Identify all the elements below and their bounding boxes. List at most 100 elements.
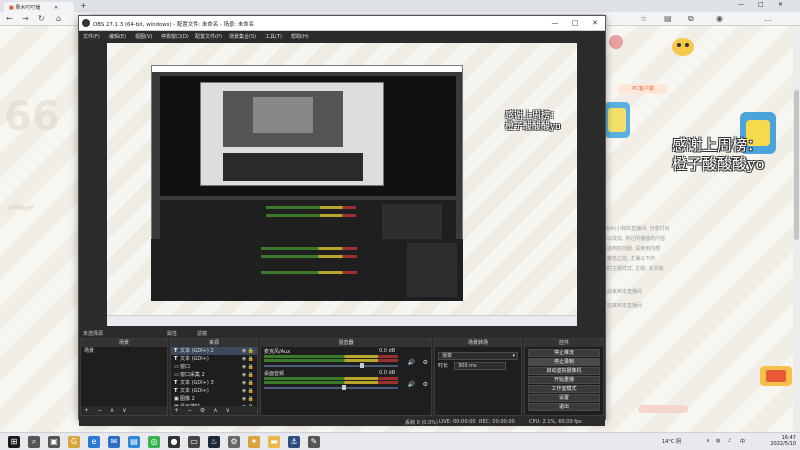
- visibility-eye-icon[interactable]: ◉ 🔒: [242, 379, 254, 387]
- search-icon[interactable]: ⌕: [28, 436, 40, 448]
- wechat-icon[interactable]: ◎: [148, 436, 160, 448]
- control-button[interactable]: 停止推流: [528, 349, 600, 357]
- visibility-eye-icon[interactable]: ◉ 🔒: [242, 355, 254, 363]
- visibility-eye-icon[interactable]: ◉ 🔒: [242, 347, 254, 355]
- browser-maximize-button[interactable]: □: [758, 1, 764, 8]
- ime-label[interactable]: 中: [740, 438, 745, 445]
- visibility-eye-icon[interactable]: ◉ 🔒: [242, 371, 254, 379]
- obs-close-button[interactable]: ✕: [585, 18, 605, 28]
- clock[interactable]: 16:47 2022/5/10: [770, 435, 796, 447]
- obs-maximize-button[interactable]: □: [565, 18, 585, 28]
- source-settings-button[interactable]: ⚙: [200, 407, 205, 414]
- visibility-eye-icon[interactable]: ◉ 🔒: [242, 387, 254, 395]
- collections-icon[interactable]: ▤: [664, 14, 672, 24]
- speaker-icon[interactable]: 🔊: [408, 359, 415, 366]
- volume-slider[interactable]: [264, 387, 398, 389]
- source-up-button[interactable]: ∧: [213, 407, 217, 414]
- volume-slider[interactable]: [264, 365, 398, 367]
- obs-logo-icon: [82, 19, 90, 27]
- menu-file[interactable]: 文件(F): [83, 33, 100, 40]
- control-button[interactable]: 开始重播: [528, 376, 600, 384]
- filters-button[interactable]: 滤镜: [197, 330, 207, 337]
- source-item[interactable]: T 文本 (GDI+) ◉ 🔒: [171, 355, 257, 363]
- scene-down-button[interactable]: ∨: [122, 407, 126, 414]
- menu-view[interactable]: 视图(V): [135, 33, 152, 40]
- new-tab-icon[interactable]: +: [80, 1, 87, 10]
- obs-preview[interactable]: 感谢上周榜： 橙子酸酸酸yo: [107, 43, 577, 326]
- favorites-icon[interactable]: ☆: [640, 14, 647, 24]
- source-down-button[interactable]: ∨: [226, 407, 230, 414]
- chrome-icon[interactable]: G: [68, 436, 80, 448]
- properties-button[interactable]: 属性: [167, 330, 177, 337]
- store-icon[interactable]: ▤: [128, 436, 140, 448]
- tab-title: 果木叮叮锤: [15, 5, 41, 11]
- nested-dock-3: [223, 153, 363, 181]
- add-source-button[interactable]: +: [174, 407, 179, 414]
- game-icon[interactable]: ✦: [248, 436, 260, 448]
- anchor-icon[interactable]: ⚓: [288, 436, 300, 448]
- scene-item[interactable]: 场景: [81, 347, 167, 355]
- home-icon[interactable]: ⌂: [56, 14, 61, 24]
- source-item[interactable]: ▭窗口采集 2 ◉ 🔒: [171, 371, 257, 379]
- remove-scene-button[interactable]: −: [97, 407, 102, 414]
- control-button[interactable]: 工作室模式: [528, 385, 600, 393]
- source-item[interactable]: ▣图像 2 ◉ 🔒: [171, 395, 257, 403]
- source-item[interactable]: ▭窗口 ◉ 🔒: [171, 363, 257, 371]
- start-icon[interactable]: ⊞: [8, 436, 20, 448]
- forward-icon[interactable]: →: [22, 14, 29, 24]
- volume-icon[interactable]: ♪: [728, 438, 731, 444]
- obs-icon[interactable]: ●: [168, 436, 180, 448]
- settings-icon[interactable]: ⚙: [228, 436, 240, 448]
- source-item[interactable]: T 文本 (GDI+) ◉ 🔒: [171, 387, 257, 395]
- visibility-eye-icon[interactable]: ◉ 🔒: [242, 363, 254, 371]
- menu-tools[interactable]: 工具(T): [265, 33, 282, 40]
- refresh-icon[interactable]: ↻: [38, 14, 45, 24]
- back-icon[interactable]: ←: [6, 14, 13, 24]
- edge-icon[interactable]: e: [88, 436, 100, 448]
- folder-icon[interactable]: ▬: [268, 436, 280, 448]
- steam-icon[interactable]: ♨: [208, 436, 220, 448]
- pc-client-badge[interactable]: PC客户端: [618, 84, 668, 94]
- browser-close-button[interactable]: ✕: [778, 1, 783, 8]
- page-scrollbar-thumb[interactable]: [794, 90, 799, 240]
- control-button[interactable]: 设置: [528, 394, 600, 402]
- visibility-eye-icon[interactable]: ◉ 🔒: [242, 395, 254, 403]
- network-icon[interactable]: ◍: [716, 438, 720, 444]
- menu-docks[interactable]: 停靠窗口(D): [161, 33, 189, 40]
- control-button[interactable]: 退出: [528, 403, 600, 411]
- weather-label[interactable]: 14°C 阴: [662, 438, 681, 445]
- gear-icon[interactable]: ⚙: [423, 381, 428, 388]
- control-button[interactable]: 启动虚拟摄像机: [528, 367, 600, 375]
- menu-scene-collection[interactable]: 场景集合(S): [229, 33, 256, 40]
- menu-edit[interactable]: 编辑(E): [109, 33, 126, 40]
- add-scene-button[interactable]: +: [84, 407, 89, 414]
- browser-minimize-button[interactable]: —: [738, 1, 744, 8]
- source-item[interactable]: T 文本 (GDI+) 3 ◉ 🔒: [171, 379, 257, 387]
- obs-minimize-button[interactable]: —: [545, 18, 565, 28]
- volume-slider-knob[interactable]: [360, 363, 365, 368]
- volume-slider-knob[interactable]: [341, 385, 346, 390]
- source-item[interactable]: T 文本 (GDI+) 2 ◉ 🔒: [171, 347, 257, 355]
- obs-window: OBS 27.1.3 (64-bit, windows) - 配置文件: 未命名…: [78, 15, 606, 426]
- terminal-icon[interactable]: ▭: [188, 436, 200, 448]
- tray-up-icon[interactable]: ∧: [706, 438, 710, 444]
- menu-help[interactable]: 帮助(H): [291, 33, 309, 40]
- more-icon[interactable]: …: [764, 14, 772, 24]
- mail-icon[interactable]: ✉: [108, 436, 120, 448]
- remove-source-button[interactable]: −: [187, 407, 192, 414]
- edit-icon[interactable]: ✎: [308, 436, 320, 448]
- duration-input[interactable]: 300 ms: [454, 362, 506, 370]
- menu-profile[interactable]: 配置文件(P): [195, 33, 222, 40]
- transition-type-select[interactable]: 渐变 ▾: [438, 352, 518, 360]
- stream-page-button[interactable]: [638, 405, 688, 413]
- control-button[interactable]: 停止录制: [528, 358, 600, 366]
- tab-close-icon[interactable]: ✕: [54, 5, 58, 11]
- task-view-icon[interactable]: ▣: [48, 436, 60, 448]
- profile-icon[interactable]: ◉: [716, 14, 723, 24]
- scene-up-button[interactable]: ∧: [110, 407, 114, 414]
- speaker-icon[interactable]: 🔊: [408, 381, 415, 388]
- stream-page-left-art: 66 ~: [4, 94, 60, 230]
- extensions-icon[interactable]: ⧉: [688, 14, 694, 24]
- gear-icon[interactable]: ⚙: [423, 359, 428, 366]
- browser-tab[interactable]: ■ 果木叮叮锤 ✕: [4, 2, 74, 12]
